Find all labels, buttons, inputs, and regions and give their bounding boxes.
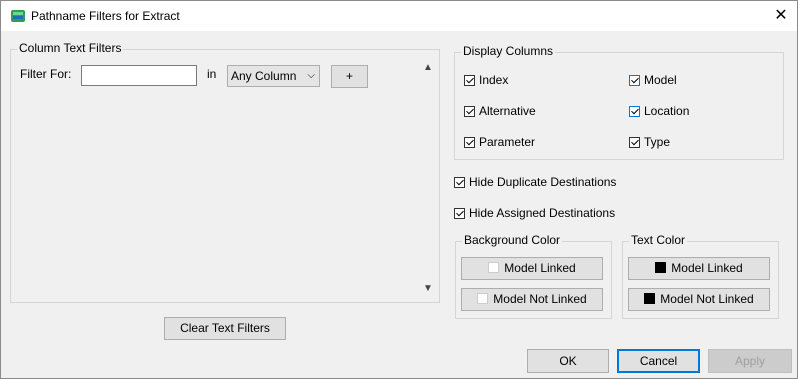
filter-for-label: Filter For: (20, 67, 72, 81)
in-label: in (207, 67, 217, 81)
checkbox-box (464, 136, 475, 148)
text-not-linked-label: Model Not Linked (660, 292, 754, 306)
checkbox-box (629, 74, 640, 86)
checkbox-box (464, 105, 475, 117)
checkbox-index[interactable]: Index (464, 73, 508, 87)
chevron-down-icon: ⌵ (307, 70, 315, 81)
ok-button[interactable]: OK (527, 349, 609, 373)
display-columns-legend: Display Columns (461, 44, 556, 58)
text-linked-label: Model Linked (671, 261, 743, 275)
hide-duplicate-label: Hide Duplicate Destinations (469, 175, 617, 189)
black-swatch-icon (644, 293, 656, 304)
checkbox-alternative[interactable]: Alternative (464, 104, 536, 118)
checkbox-box (454, 207, 465, 219)
checkbox-box (629, 136, 640, 148)
background-linked-button[interactable]: Model Linked (461, 257, 603, 280)
checkbox-box (454, 176, 465, 188)
checkbox-type[interactable]: Type (629, 135, 670, 149)
background-color-legend: Background Color (462, 233, 563, 247)
column-select[interactable]: Any Column ⌵ (227, 65, 320, 87)
checkbox-box (464, 74, 475, 86)
white-swatch-icon (477, 293, 489, 304)
text-not-linked-button[interactable]: Model Not Linked (628, 288, 770, 311)
clear-text-filters-button[interactable]: Clear Text Filters (164, 317, 286, 340)
window-title: Pathname Filters for Extract (31, 9, 180, 23)
text-color-group: Text Color Model Linked Model Not Linked (622, 233, 779, 319)
column-select-value: Any Column (231, 69, 297, 83)
text-color-legend: Text Color (629, 233, 688, 247)
column-text-filters-group: Column Text Filters Filter For: in Any C… (10, 41, 440, 303)
checkbox-box (629, 105, 640, 117)
cancel-button[interactable]: Cancel (617, 349, 700, 373)
checkbox-model[interactable]: Model (629, 73, 677, 87)
display-columns-group: Display Columns Index Model Alternative … (454, 44, 784, 160)
checkbox-location-label: Location (644, 104, 690, 118)
background-linked-label: Model Linked (504, 261, 576, 275)
background-not-linked-label: Model Not Linked (493, 292, 587, 306)
checkbox-parameter[interactable]: Parameter (464, 135, 535, 149)
dialog-window: Pathname Filters for Extract ✕ Column Te… (0, 0, 798, 379)
checkbox-location[interactable]: Location (629, 104, 689, 118)
column-text-filters-legend: Column Text Filters (17, 41, 124, 55)
scroll-down-icon[interactable]: ▼ (421, 283, 435, 294)
app-icon (11, 10, 25, 22)
close-icon[interactable]: ✕ (772, 7, 790, 25)
background-color-group: Background Color Model Linked Model Not … (455, 233, 612, 319)
white-swatch-icon (488, 262, 500, 273)
apply-button[interactable]: Apply (708, 349, 792, 373)
checkbox-parameter-label: Parameter (479, 135, 536, 149)
filter-text-input[interactable] (81, 65, 197, 86)
background-not-linked-button[interactable]: Model Not Linked (461, 288, 603, 311)
checkbox-alternative-label: Alternative (479, 104, 536, 118)
hide-assigned-label: Hide Assigned Destinations (469, 206, 616, 220)
black-swatch-icon (655, 262, 667, 273)
title-bar: Pathname Filters for Extract ✕ (1, 1, 797, 31)
scroll-up-icon[interactable]: ▲ (421, 62, 435, 73)
checkbox-index-label: Index (479, 73, 509, 87)
text-linked-button[interactable]: Model Linked (628, 257, 770, 280)
hide-assigned-checkbox[interactable]: Hide Assigned Destinations (454, 206, 615, 220)
add-filter-button[interactable]: + (331, 65, 368, 88)
checkbox-type-label: Type (644, 135, 671, 149)
checkbox-model-label: Model (644, 73, 677, 87)
hide-duplicate-checkbox[interactable]: Hide Duplicate Destinations (454, 175, 616, 189)
